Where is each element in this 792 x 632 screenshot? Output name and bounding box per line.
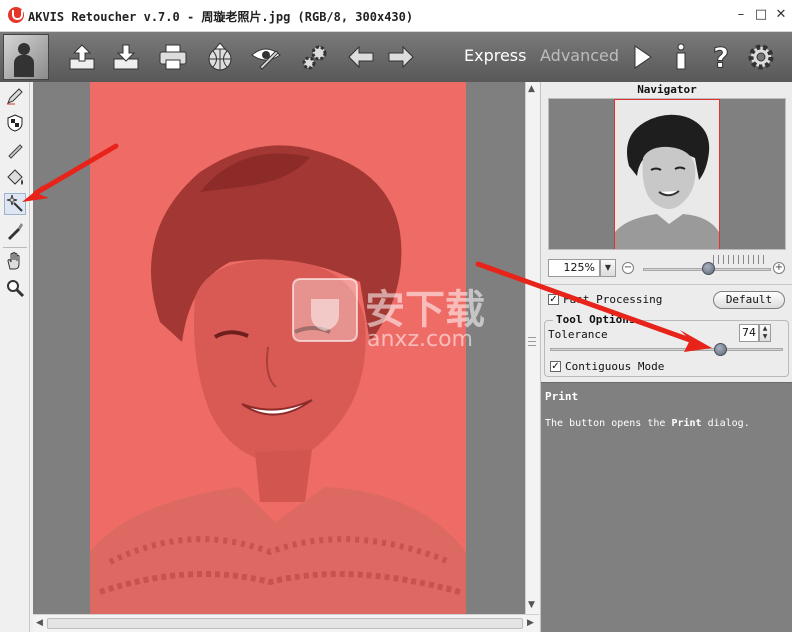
zoom-in-button[interactable]: +	[773, 262, 785, 274]
contiguous-mode-checkbox[interactable]: ✓	[550, 361, 561, 372]
fill-tool[interactable]	[4, 166, 26, 188]
navigator-view-frame[interactable]	[614, 99, 720, 249]
zoom-tool[interactable]	[4, 277, 26, 299]
scroll-down-arrow[interactable]: ▼	[528, 598, 535, 612]
share-icon	[208, 42, 232, 71]
patch-tool[interactable]	[4, 139, 26, 161]
settings-icon	[748, 44, 774, 70]
help-text-bold: Print	[671, 418, 702, 429]
watermark-domain: anxz.com	[367, 327, 473, 352]
preferences-icon	[251, 48, 281, 70]
info-button[interactable]	[665, 41, 697, 73]
site-watermark: 安下载 anxz.com	[289, 275, 509, 365]
minimize-button[interactable]: –	[732, 6, 750, 24]
tool-separator	[3, 247, 27, 248]
zoom-slider-thumb[interactable]	[702, 262, 715, 275]
undo-icon	[348, 45, 374, 69]
scroll-left-arrow[interactable]: ◀	[36, 616, 43, 630]
print-button[interactable]	[157, 41, 189, 73]
svg-text:?: ?	[713, 41, 729, 73]
hand-tool[interactable]	[4, 250, 26, 272]
navigator-thumbnail	[615, 100, 719, 249]
hand-icon	[7, 252, 20, 270]
save-button[interactable]	[110, 41, 142, 73]
zoom-out-button[interactable]: −	[622, 262, 634, 274]
maximize-button[interactable]: □	[752, 6, 770, 24]
run-icon	[634, 45, 652, 69]
zoom-icon	[7, 280, 25, 298]
close-button[interactable]: ✕	[772, 6, 790, 24]
window-title: AKVIS Retoucher v.7.0 - 周璇老照片.jpg (RGB/8…	[28, 10, 414, 24]
open-icon	[69, 44, 95, 70]
clone-tool[interactable]	[4, 220, 26, 242]
help-text-start: The button opens the	[545, 418, 672, 429]
fast-processing-checkbox[interactable]: ✓	[548, 294, 559, 305]
vertical-scrollbar[interactable]: ▲ ▼	[525, 82, 539, 614]
tolerance-label: Tolerance	[548, 328, 608, 341]
share-button[interactable]	[204, 41, 236, 73]
save-icon	[113, 44, 139, 70]
redo-button[interactable]	[385, 41, 417, 73]
scroll-right-arrow[interactable]: ▶	[527, 616, 534, 630]
fast-processing-label: Fast Processing	[563, 293, 663, 306]
help-text: The button opens the Print dialog.	[545, 418, 750, 429]
horizontal-scrollbar[interactable]: ◀ ▶	[33, 614, 539, 632]
tolerance-input[interactable]: 74	[739, 324, 759, 342]
redo-icon	[388, 45, 414, 69]
selection-tool[interactable]	[4, 193, 26, 215]
help-panel: Print The button opens the Print dialog.	[541, 382, 792, 632]
help-title: Print	[545, 390, 579, 403]
zoom-slider-ticks	[713, 255, 765, 264]
contiguous-mode-label: Contiguous Mode	[565, 360, 665, 373]
undo-button[interactable]	[345, 41, 377, 73]
akvis-logo-icon	[8, 7, 24, 23]
info-icon	[676, 43, 686, 70]
tool-options-title: Tool Options	[553, 313, 639, 326]
tolerance-slider-thumb[interactable]	[714, 343, 727, 356]
panel-splitter-grip[interactable]	[528, 337, 536, 346]
eraser-shield-icon	[7, 114, 23, 132]
advanced-mode-tab[interactable]: Advanced	[540, 46, 619, 65]
magic-wand-icon	[6, 194, 23, 212]
preferences-button[interactable]	[250, 41, 282, 73]
main-toolbar: Express Advanced ?	[0, 32, 792, 82]
eraser-tool[interactable]	[4, 112, 26, 134]
tolerance-slider[interactable]	[550, 348, 783, 351]
horizontal-scroll-thumb[interactable]	[47, 618, 523, 629]
tool-panel	[0, 82, 30, 632]
help-text-end: dialog.	[701, 418, 750, 429]
help-icon: ?	[712, 41, 729, 73]
retouch-tool[interactable]	[4, 85, 26, 107]
settings-button[interactable]	[745, 41, 777, 73]
navigator-preview[interactable]	[548, 98, 786, 250]
navigator-title: Navigator	[637, 83, 697, 96]
bucket-fill-icon	[7, 169, 23, 185]
clone-brush-icon	[8, 223, 23, 240]
help-button[interactable]: ?	[705, 41, 737, 73]
settings-panel: Navigator 125% ▼ − + ✓ Fast Processing D…	[540, 82, 792, 632]
retouch-pencil-icon	[7, 88, 23, 105]
plugins-button[interactable]	[299, 41, 331, 73]
default-button[interactable]: Default	[713, 291, 785, 309]
patch-brush-icon	[8, 144, 23, 159]
zoom-level-field[interactable]: 125%	[548, 259, 600, 277]
tolerance-spinner[interactable]: ▲ ▼	[759, 324, 771, 342]
run-button[interactable]	[626, 41, 658, 73]
retoucher-logo	[3, 34, 49, 80]
print-icon	[159, 44, 187, 70]
express-mode-tab[interactable]: Express	[464, 46, 526, 65]
panel-divider	[541, 284, 792, 285]
title-bar: AKVIS Retoucher v.7.0 - 周璇老照片.jpg (RGB/8…	[0, 0, 792, 32]
plugins-icon	[302, 45, 327, 70]
zoom-dropdown-button[interactable]: ▼	[600, 259, 616, 277]
open-button[interactable]	[66, 41, 98, 73]
scroll-up-arrow[interactable]: ▲	[528, 82, 535, 96]
